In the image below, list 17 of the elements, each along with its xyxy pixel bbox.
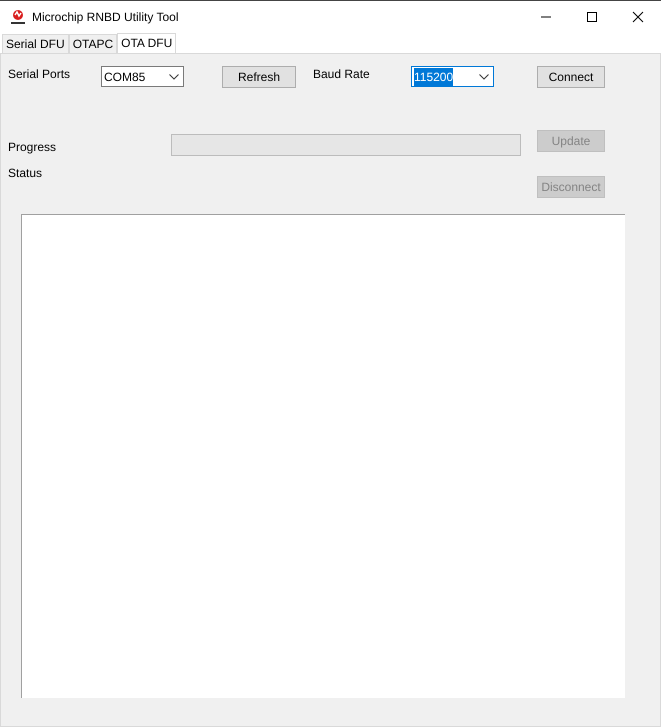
refresh-button[interactable]: Refresh	[222, 66, 296, 88]
close-icon[interactable]	[632, 10, 644, 22]
dropdown[interactable]: COM85	[101, 66, 184, 87]
connect-button[interactable]: Connect	[537, 66, 605, 88]
app-logo-icon	[10, 8, 26, 24]
tab[interactable]: OTA DFU	[117, 33, 176, 54]
dropdown[interactable]: 115200	[411, 66, 494, 87]
field-label: Baud Rate	[313, 67, 370, 81]
field-label: Status	[8, 166, 42, 180]
tab[interactable]: Serial DFU	[2, 34, 69, 53]
maximize-icon[interactable]	[586, 10, 598, 22]
chevron-down-icon	[479, 74, 489, 80]
chevron-down-icon	[169, 74, 179, 80]
window-title: Microchip RNBD Utility Tool	[32, 8, 178, 26]
field-label: Serial Ports	[8, 67, 70, 81]
field-label: Progress	[8, 140, 56, 154]
tab[interactable]: OTAPC	[68, 34, 118, 53]
